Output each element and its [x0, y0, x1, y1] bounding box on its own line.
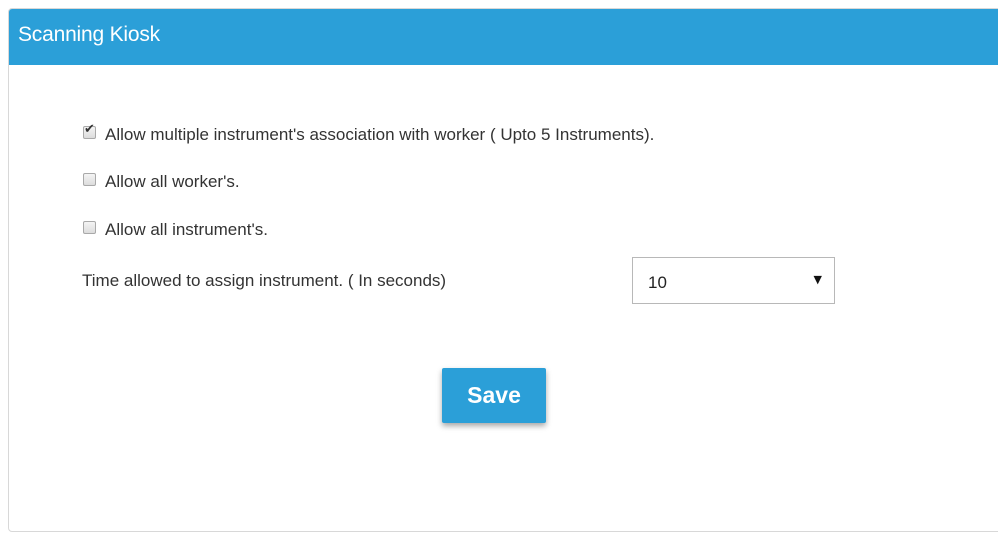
panel-title: Scanning Kiosk	[18, 23, 160, 46]
scanning-kiosk-panel: Scanning Kiosk ✔ Allow multiple instrume…	[8, 8, 998, 532]
option-all-workers[interactable]: Allow all worker's.	[83, 169, 240, 191]
time-allowed-select[interactable]: 10 ▼	[632, 257, 835, 304]
all-instruments-checkbox[interactable]	[83, 220, 96, 234]
check-icon: ✔	[84, 121, 95, 137]
all-instruments-label: Allow all instrument's.	[105, 220, 268, 239]
multiple-instruments-label: Allow multiple instrument's association …	[105, 125, 655, 144]
all-workers-checkbox[interactable]	[83, 172, 96, 186]
time-allowed-label: Time allowed to assign instrument. ( In …	[82, 271, 447, 290]
time-allowed-value: 10	[648, 273, 667, 292]
panel-header: Scanning Kiosk	[9, 9, 998, 65]
all-workers-label: Allow all worker's.	[105, 172, 240, 191]
caret-down-icon: ▼	[813, 273, 822, 286]
multiple-instruments-checkbox[interactable]: ✔	[83, 121, 96, 139]
save-button[interactable]: Save	[442, 368, 546, 423]
option-multiple-instruments[interactable]: ✔ Allow multiple instrument's associatio…	[83, 121, 655, 144]
option-all-instruments[interactable]: Allow all instrument's.	[83, 217, 268, 239]
